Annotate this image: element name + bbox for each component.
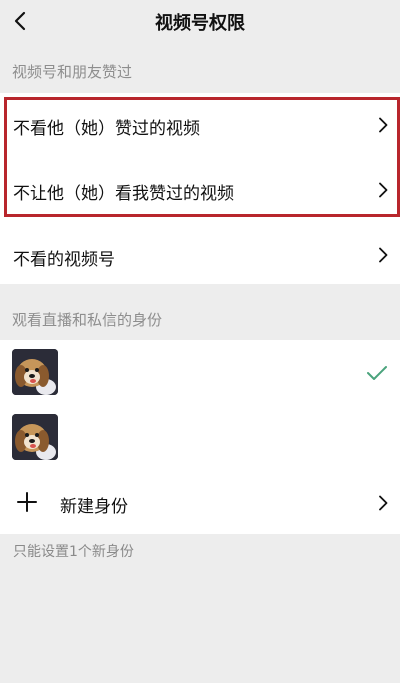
dog-avatar-icon [12,414,58,460]
channels-permission-page: 视频号权限 视频号和朋友赞过 不看他（她）赞过的视频 不让他（她）看我赞过的视频… [0,0,400,683]
section-header-identity: 观看直播和私信的身份 [12,311,163,329]
row-hide-their-likes[interactable]: 不看他（她）赞过的视频 [0,93,400,157]
footer-note: 只能设置1个新身份 [13,544,134,560]
new-identity-row[interactable]: 新建身份 [0,470,400,534]
row-label: 不让他（她）看我赞过的视频 [13,184,234,204]
page-title: 视频号权限 [155,13,245,34]
dog-avatar-icon [12,349,58,395]
identity-row[interactable] [0,340,400,405]
row-hide-my-likes[interactable]: 不让他（她）看我赞过的视频 [0,157,400,221]
row-blocked-channels[interactable]: 不看的视频号 [0,221,400,284]
new-identity-label: 新建身份 [60,497,128,517]
section-header-likes: 视频号和朋友赞过 [12,63,133,81]
identity-row[interactable] [0,405,400,470]
chevron-right-icon [376,116,390,134]
row-label: 不看他（她）赞过的视频 [13,119,200,139]
avatar [12,349,58,395]
chevron-right-icon [376,494,390,512]
chevron-right-icon [376,181,390,199]
plus-icon [17,492,37,512]
check-icon [366,364,388,382]
identity-settings-group: 新建身份 [0,340,400,534]
likes-settings-group: 不看他（她）赞过的视频 不让他（她）看我赞过的视频 不看的视频号 [0,93,400,284]
row-label: 不看的视频号 [13,250,115,270]
avatar [12,414,58,460]
nav-bar: 视频号权限 [0,0,400,44]
chevron-right-icon [376,246,390,264]
